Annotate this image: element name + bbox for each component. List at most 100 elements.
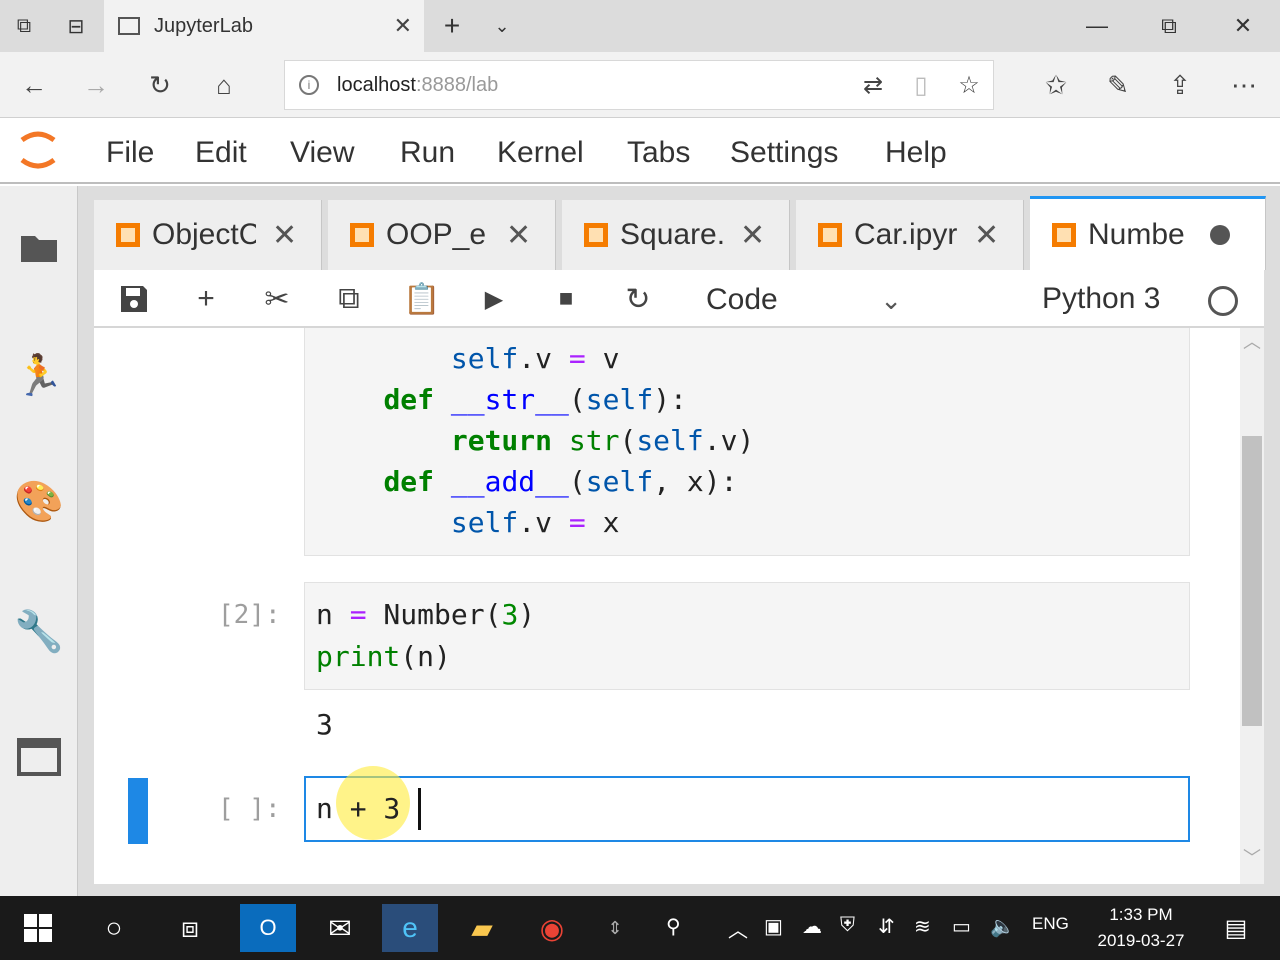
tab-actions-icon[interactable]: ⧉ [6, 8, 42, 44]
kernel-name[interactable]: Python 3 [1042, 282, 1160, 316]
browser-tab-jupyterlab[interactable]: JupyterLab ✕ [104, 0, 424, 52]
save-icon[interactable] [114, 278, 154, 320]
onedrive-icon[interactable]: ☁ [802, 914, 822, 939]
new-tab-button[interactable]: + [434, 8, 470, 44]
cell-type-value: Code [706, 283, 778, 316]
close-window-button[interactable]: ✕ [1218, 6, 1268, 46]
more-options-icon[interactable]: ⋯ [1224, 66, 1264, 104]
windows-start-icon[interactable] [10, 904, 66, 952]
menu-tabs[interactable]: Tabs [627, 136, 690, 170]
web-notes-icon[interactable]: ✎ [1098, 66, 1138, 104]
cell-output: 3 [316, 708, 333, 741]
close-tab-icon[interactable]: ✕ [394, 13, 412, 39]
home-icon[interactable]: ⌂ [204, 66, 244, 104]
restore-button[interactable]: ⧉ [1144, 6, 1194, 46]
forward-arrow-icon[interactable]: → [76, 66, 116, 104]
active-code-line[interactable]: n + 3 [316, 788, 400, 829]
tray-app-icon[interactable]: ▣ [764, 914, 783, 939]
menu-view[interactable]: View [290, 136, 354, 170]
doc-tab-label: Square. [620, 218, 724, 251]
close-icon[interactable]: ✕ [506, 218, 531, 253]
chrome-icon[interactable]: ◉ [524, 904, 580, 952]
cut-icon[interactable]: ✂ [257, 278, 297, 320]
translate-icon[interactable]: ⇄ [849, 71, 897, 100]
notebook-icon [818, 223, 842, 247]
file-explorer-icon[interactable]: ▰ [454, 904, 510, 952]
insert-cell-icon[interactable]: + [186, 278, 226, 320]
folder-icon[interactable] [14, 222, 64, 272]
chevron-down-icon: ⌄ [880, 284, 902, 315]
tab-preview-chevron-icon[interactable]: ⌄ [484, 8, 520, 44]
network-icon[interactable]: ▭ [952, 914, 971, 939]
run-icon[interactable]: ▶ [474, 278, 514, 320]
address-bar[interactable]: i localhost:8888/lab ⇄ ▯ ☆ [284, 60, 994, 110]
tabs-aside-icon[interactable]: ⊟ [58, 8, 94, 44]
favorite-star-icon[interactable]: ☆ [945, 71, 993, 100]
active-code-cell-input[interactable] [304, 776, 1190, 842]
jupyter-menubar: File Edit View Run Kernel Tabs Settings … [0, 118, 1280, 184]
minimize-button[interactable]: — [1072, 6, 1122, 46]
wrench-icon[interactable]: 🔧 [14, 606, 64, 656]
close-icon[interactable]: ✕ [272, 218, 297, 253]
show-hidden-icons-icon[interactable]: ︿ [728, 914, 748, 943]
paste-icon[interactable]: 📋 [402, 278, 442, 320]
menu-edit[interactable]: Edit [195, 136, 247, 170]
wifi-icon[interactable]: ≋ [914, 914, 931, 939]
notebook-scrollbar[interactable]: ︿ ﹀ [1240, 328, 1264, 884]
restart-icon[interactable]: ↻ [618, 278, 658, 320]
action-center-icon[interactable]: ▤ [1208, 904, 1264, 952]
notebook-icon [350, 223, 374, 247]
people-icon[interactable]: ⚲ [666, 914, 681, 939]
menu-help[interactable]: Help [885, 136, 947, 170]
menu-kernel[interactable]: Kernel [497, 136, 584, 170]
outlook-icon[interactable]: O [240, 904, 296, 952]
browser-navbar: ← → ↻ ⌂ i localhost:8888/lab ⇄ ▯ ☆ ✩ ✎ ⇪… [0, 52, 1280, 118]
kernel-status-icon [1208, 286, 1238, 316]
doc-tab-number[interactable]: Numbe [1030, 196, 1266, 270]
edge-browser-icon[interactable]: e [382, 904, 438, 952]
doc-tab-objectc[interactable]: ObjectC ✕ [94, 200, 322, 270]
menu-settings[interactable]: Settings [730, 136, 838, 170]
stop-icon[interactable]: ■ [546, 278, 586, 320]
close-icon[interactable]: ✕ [740, 218, 765, 253]
code-line: return str(self.v) [450, 424, 755, 457]
cortana-search-icon[interactable]: ○ [86, 904, 142, 952]
copy-icon[interactable]: ⧉ [329, 278, 369, 320]
doc-tab-label: Car.ipyr [854, 218, 958, 251]
scrollbar-thumb[interactable] [1242, 436, 1262, 726]
close-icon[interactable]: ✕ [974, 218, 999, 253]
left-sidebar: 🏃 🎨 🔧 [0, 186, 78, 896]
refresh-icon[interactable]: ↻ [140, 66, 180, 104]
input-language[interactable]: ENG [1032, 914, 1069, 934]
scroll-up-icon[interactable]: ︿ [1240, 328, 1264, 358]
browser-tab-title: JupyterLab [154, 14, 253, 37]
unsaved-indicator-icon[interactable] [1210, 224, 1230, 245]
doc-tab-car[interactable]: Car.ipyr ✕ [796, 200, 1024, 270]
menu-file[interactable]: File [106, 136, 154, 170]
reading-view-icon[interactable]: ▯ [897, 71, 945, 100]
running-icon[interactable]: 🏃 [14, 350, 64, 400]
doc-tab-square[interactable]: Square. ✕ [562, 200, 790, 270]
doc-tab-label: Numbe [1088, 217, 1185, 251]
tabs-panel-icon[interactable] [14, 732, 64, 782]
url-text[interactable]: localhost:8888/lab [337, 74, 849, 97]
menu-run[interactable]: Run [400, 136, 455, 170]
browser-tab-strip: ⧉ ⊟ JupyterLab ✕ + ⌄ — ⧉ ✕ [0, 0, 1280, 52]
volume-icon[interactable]: 🔈 [990, 914, 1015, 939]
system-clock[interactable]: 1:33 PM 2019-03-27 [1086, 902, 1196, 954]
site-info-icon[interactable]: i [299, 75, 319, 95]
security-icon[interactable]: ⛨ [840, 914, 855, 937]
scroll-down-icon[interactable]: ﹀ [1240, 844, 1264, 874]
share-icon[interactable]: ⇪ [1160, 66, 1200, 104]
code-line: self.v = x [450, 506, 620, 539]
cell-type-select[interactable]: Code ⌄ [706, 280, 902, 320]
doc-tab-oop[interactable]: OOP_e ✕ [328, 200, 556, 270]
windows-taskbar: ○ ⧈ O ✉ e ▰ ◉ ⇕ ⚲ ︿ ▣ ☁ ⛨ ⇵ ≋ ▭ 🔈 ENG 1:… [0, 896, 1280, 960]
palette-icon[interactable]: 🎨 [14, 476, 64, 526]
usb-icon[interactable]: ⇵ [878, 914, 895, 939]
favorites-icon[interactable]: ✩ [1036, 66, 1076, 104]
mail-icon[interactable]: ✉ [312, 904, 368, 952]
back-arrow-icon[interactable]: ← [14, 66, 54, 104]
taskbar-scroll-icon[interactable]: ⇕ [600, 904, 630, 952]
task-view-icon[interactable]: ⧈ [162, 904, 218, 952]
